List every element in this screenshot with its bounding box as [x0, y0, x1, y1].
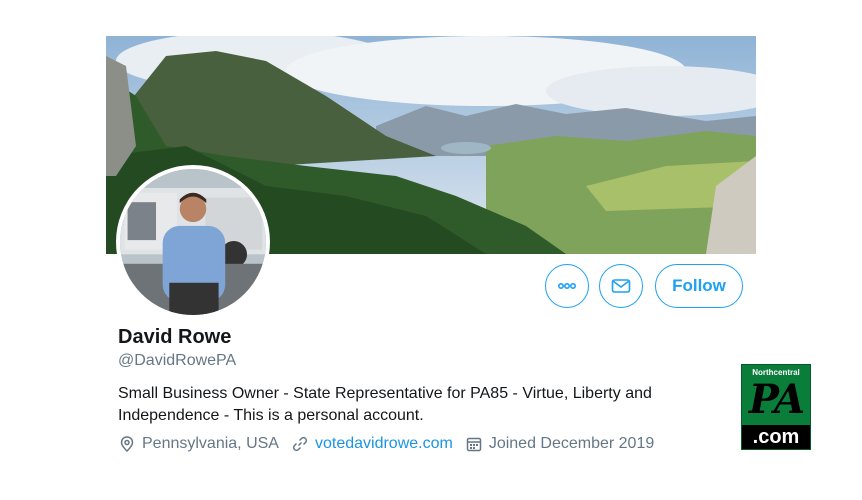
profile-location: Pennsylvania, USA [118, 435, 279, 453]
logo-bottom-text: .com [742, 425, 810, 449]
more-horizontal-icon [557, 283, 577, 290]
envelope-icon [611, 279, 631, 293]
profile-name: David Rowe [118, 326, 232, 348]
location-text: Pennsylvania, USA [142, 435, 279, 452]
link-icon [292, 436, 308, 452]
profile-avatar[interactable] [116, 165, 270, 319]
northcentralpa-logo: Northcentral PA .com [741, 364, 811, 450]
profile-handle: @DavidRowePA [118, 352, 237, 369]
website-link[interactable]: votedavidrowe.com [315, 435, 453, 453]
joined-text: Joined December 2019 [488, 435, 655, 452]
profile-bio: Small Business Owner - State Representat… [118, 385, 652, 424]
avatar-photo [120, 169, 266, 315]
profile-website[interactable]: votedavidrowe.com [291, 435, 453, 453]
calendar-icon [466, 437, 482, 452]
profile-joined: Joined December 2019 [465, 435, 654, 453]
logo-mid-text: PA [748, 376, 805, 423]
profile-actions: Follow [545, 264, 743, 308]
profile-meta: Pennsylvania, USA votedavidrowe.com Join… [118, 435, 666, 453]
follow-button[interactable]: Follow [655, 264, 743, 308]
location-pin-icon [120, 436, 134, 453]
more-button[interactable] [545, 264, 589, 308]
message-button[interactable] [599, 264, 643, 308]
